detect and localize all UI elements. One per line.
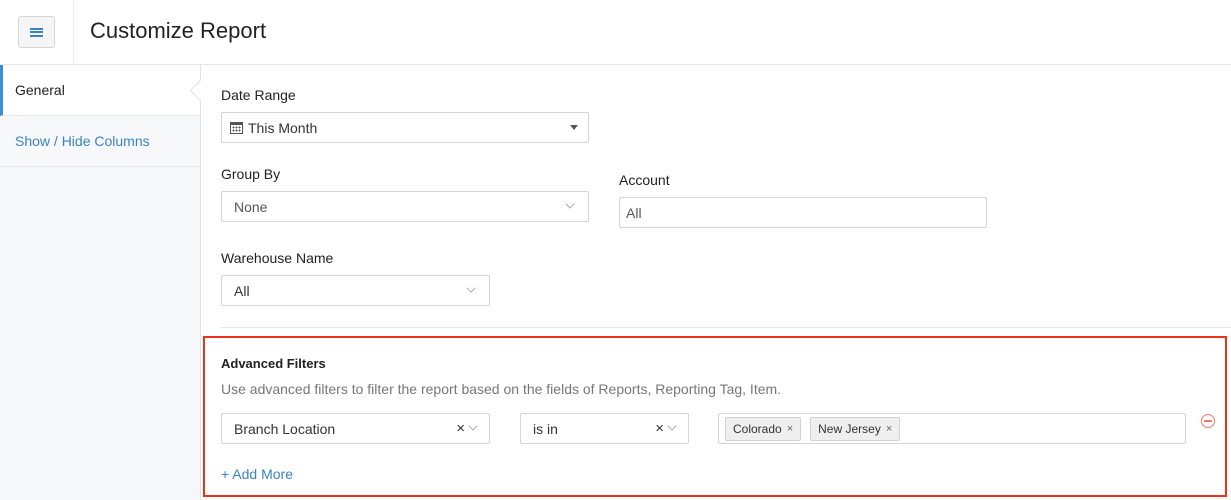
- chevron-down-icon: [466, 283, 476, 293]
- warehouse-name-select[interactable]: All: [221, 275, 490, 306]
- chevron-down-icon: [468, 421, 478, 431]
- menu-toggle-button[interactable]: [18, 16, 55, 48]
- group-by-select[interactable]: None: [221, 191, 589, 222]
- remove-filter-row-icon[interactable]: [1201, 414, 1215, 428]
- header: Customize Report: [0, 0, 1231, 65]
- account-input[interactable]: All: [619, 197, 987, 228]
- advanced-filters-description: Use advanced filters to filter the repor…: [221, 381, 782, 397]
- tag-label: Colorado: [733, 421, 782, 436]
- filter-values-input[interactable]: Colorado × New Jersey ×: [718, 413, 1186, 444]
- advanced-filters-title: Advanced Filters: [221, 356, 326, 371]
- calendar-icon: [230, 121, 243, 134]
- remove-tag-icon[interactable]: ×: [886, 423, 892, 435]
- filter-operator-value: is in: [533, 420, 558, 437]
- section-divider: [221, 327, 1231, 328]
- date-range-value: This Month: [248, 119, 318, 136]
- page-title: Customize Report: [90, 18, 267, 43]
- header-separator: [73, 0, 74, 64]
- active-indicator-arrow: [189, 79, 201, 101]
- filter-operator-select[interactable]: is in ×: [520, 413, 689, 444]
- chevron-down-icon: [565, 199, 575, 209]
- sidebar: General Show / Hide Columns: [0, 65, 201, 500]
- account-label: Account: [619, 172, 670, 188]
- filter-field-select[interactable]: Branch Location ×: [221, 413, 490, 444]
- tag-label: New Jersey: [818, 421, 881, 436]
- date-range-select[interactable]: This Month: [221, 112, 589, 143]
- group-by-value: None: [234, 198, 268, 215]
- warehouse-name-label: Warehouse Name: [221, 250, 334, 266]
- sidebar-item-label: Show / Hide Columns: [15, 133, 150, 149]
- chevron-down-icon: [667, 421, 677, 431]
- add-more-filter-link[interactable]: + Add More: [221, 466, 293, 482]
- caret-down-icon: [570, 125, 578, 130]
- sidebar-item-label: General: [15, 82, 65, 98]
- group-by-label: Group By: [221, 166, 281, 182]
- hamburger-menu-icon: [30, 27, 43, 37]
- remove-tag-icon[interactable]: ×: [787, 423, 793, 435]
- clear-icon[interactable]: ×: [456, 420, 465, 437]
- account-value: All: [626, 204, 642, 221]
- clear-icon[interactable]: ×: [655, 420, 664, 437]
- value-tag: New Jersey ×: [810, 416, 901, 441]
- value-tag: Colorado ×: [725, 416, 802, 441]
- date-range-label: Date Range: [221, 87, 296, 103]
- sidebar-item-general[interactable]: General: [0, 65, 200, 116]
- sidebar-item-show-hide-columns[interactable]: Show / Hide Columns: [0, 116, 200, 167]
- warehouse-name-value: All: [234, 282, 250, 299]
- filter-field-value: Branch Location: [234, 420, 336, 437]
